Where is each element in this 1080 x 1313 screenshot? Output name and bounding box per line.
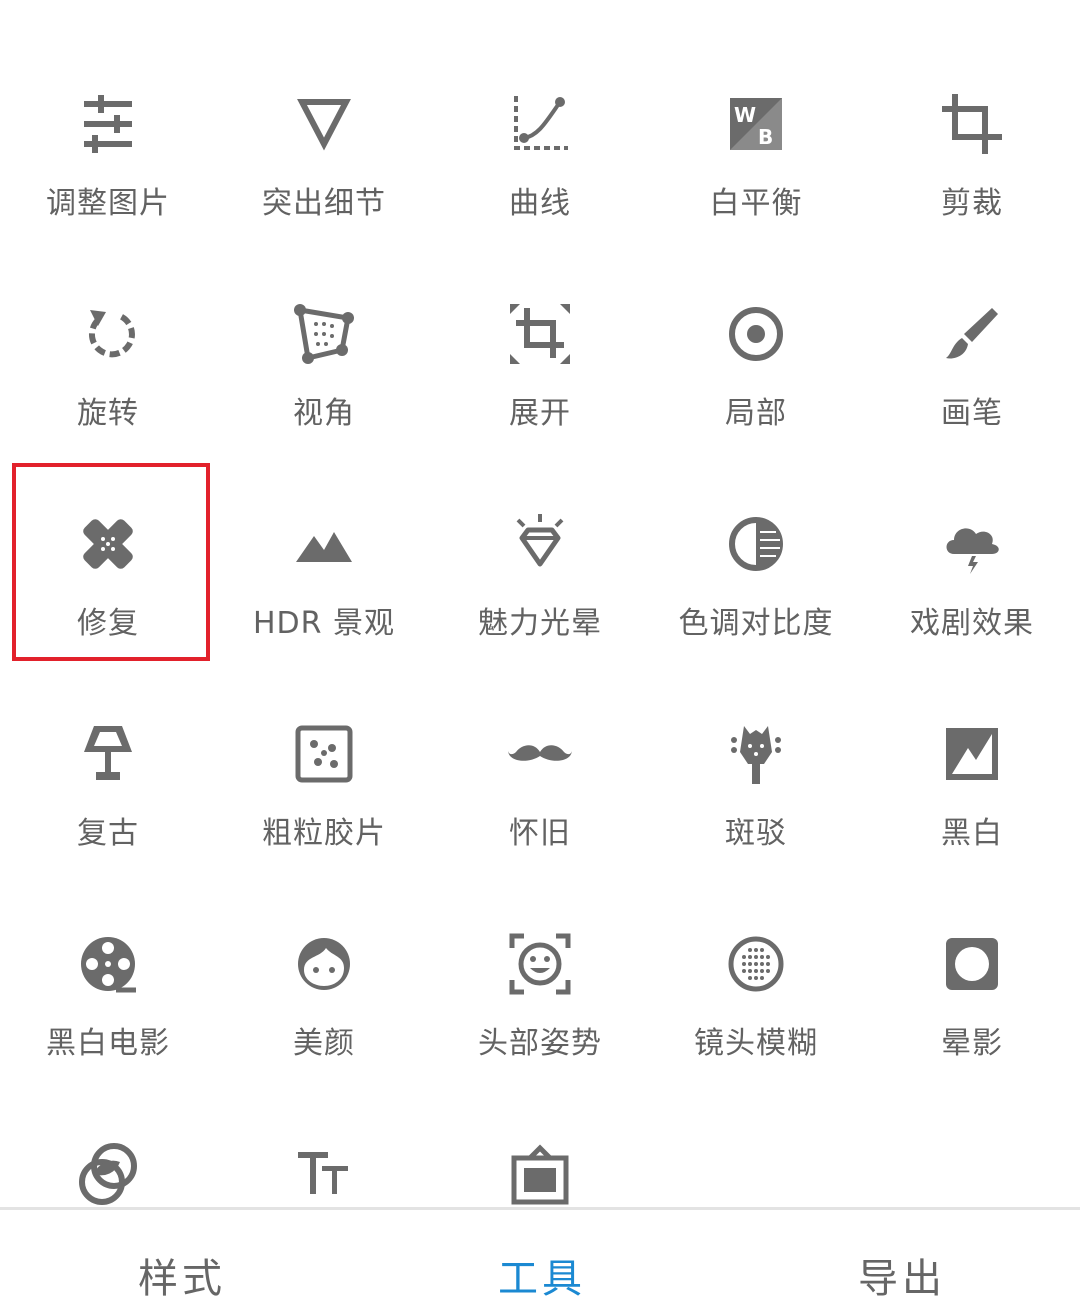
tool-grunge[interactable]: 斑驳 xyxy=(648,630,864,851)
film-reel-icon xyxy=(76,932,140,996)
tool-curves[interactable]: 曲线 xyxy=(432,0,648,221)
contrast-icon xyxy=(724,512,788,576)
guitar-icon xyxy=(724,722,788,786)
storm-cloud-icon xyxy=(940,512,1004,576)
tool-lens-blur[interactable]: 镜头模糊 xyxy=(648,840,864,1061)
tool-label: 晕影 xyxy=(941,1026,1003,1061)
tool-frames[interactable] xyxy=(432,1050,648,1208)
tool-vintage[interactable]: 复古 xyxy=(0,630,216,851)
tool-text[interactable] xyxy=(216,1050,432,1208)
tool-expand[interactable]: 展开 xyxy=(432,210,648,431)
tools-grid: 调整图片 突出细节 曲线 W B 白平衡 剪裁 旋转 视角 展开 局部 画笔 修… xyxy=(0,0,1080,1208)
tool-noir[interactable]: 黑白电影 xyxy=(0,840,216,1061)
bw-icon xyxy=(940,722,1004,786)
tool-rotate[interactable]: 旋转 xyxy=(0,210,216,431)
perspective-icon xyxy=(292,302,356,366)
bandage-icon xyxy=(76,512,140,576)
tool-head-pose[interactable]: 头部姿势 xyxy=(432,840,648,1061)
tool-drama[interactable]: 戏剧效果 xyxy=(864,420,1080,641)
crop-icon xyxy=(940,92,1004,156)
svg-text:W: W xyxy=(734,103,756,127)
svg-text:B: B xyxy=(758,125,773,149)
tool-retrolux[interactable]: 怀旧 xyxy=(432,630,648,851)
text-icon xyxy=(292,1142,356,1206)
tool-hdr[interactable]: HDR 景观 xyxy=(216,420,432,641)
tool-healing[interactable]: 修复 xyxy=(0,420,216,641)
tool-adjust[interactable]: 调整图片 xyxy=(0,0,216,221)
triangle-down-icon xyxy=(292,92,356,156)
frame-icon xyxy=(508,1142,572,1206)
mountains-icon xyxy=(292,512,356,576)
vignette-icon xyxy=(940,932,1004,996)
tool-selective[interactable]: 局部 xyxy=(648,210,864,431)
tool-black-white[interactable]: 黑白 xyxy=(864,630,1080,851)
expand-icon xyxy=(508,302,572,366)
rotate-icon xyxy=(76,302,140,366)
tool-perspective[interactable]: 视角 xyxy=(216,210,432,431)
target-icon xyxy=(724,302,788,366)
tool-white-balance[interactable]: W B 白平衡 xyxy=(648,0,864,221)
tool-details[interactable]: 突出细节 xyxy=(216,0,432,221)
brush-icon xyxy=(940,302,1004,366)
tool-vignette[interactable]: 晕影 xyxy=(864,840,1080,1061)
tool-face[interactable]: 美颜 xyxy=(216,840,432,1061)
tool-grainy-film[interactable]: 粗粒胶片 xyxy=(216,630,432,851)
tool-glamour[interactable]: 魅力光晕 xyxy=(432,420,648,641)
curve-icon xyxy=(508,92,572,156)
tool-label: 镜头模糊 xyxy=(694,1026,818,1061)
tool-brush[interactable]: 画笔 xyxy=(864,210,1080,431)
diamond-icon xyxy=(508,512,572,576)
lamp-icon xyxy=(76,722,140,786)
tab-tools[interactable]: 工具 xyxy=(498,1246,586,1304)
tab-styles[interactable]: 样式 xyxy=(138,1246,226,1304)
grain-icon xyxy=(292,722,356,786)
tool-double-exposure[interactable] xyxy=(0,1050,216,1208)
wb-icon: W B xyxy=(724,92,788,156)
tool-crop[interactable]: 剪裁 xyxy=(864,0,1080,221)
tool-tonal-contrast[interactable]: 色调对比度 xyxy=(648,420,864,641)
smile-frame-icon xyxy=(508,932,572,996)
double-exposure-icon xyxy=(76,1142,140,1206)
lens-blur-icon xyxy=(724,932,788,996)
mustache-icon xyxy=(508,722,572,786)
sliders-icon xyxy=(76,92,140,156)
tab-export[interactable]: 导出 xyxy=(858,1246,946,1304)
bottom-nav: 样式 工具 导出 xyxy=(0,1207,1080,1313)
face-icon xyxy=(292,932,356,996)
